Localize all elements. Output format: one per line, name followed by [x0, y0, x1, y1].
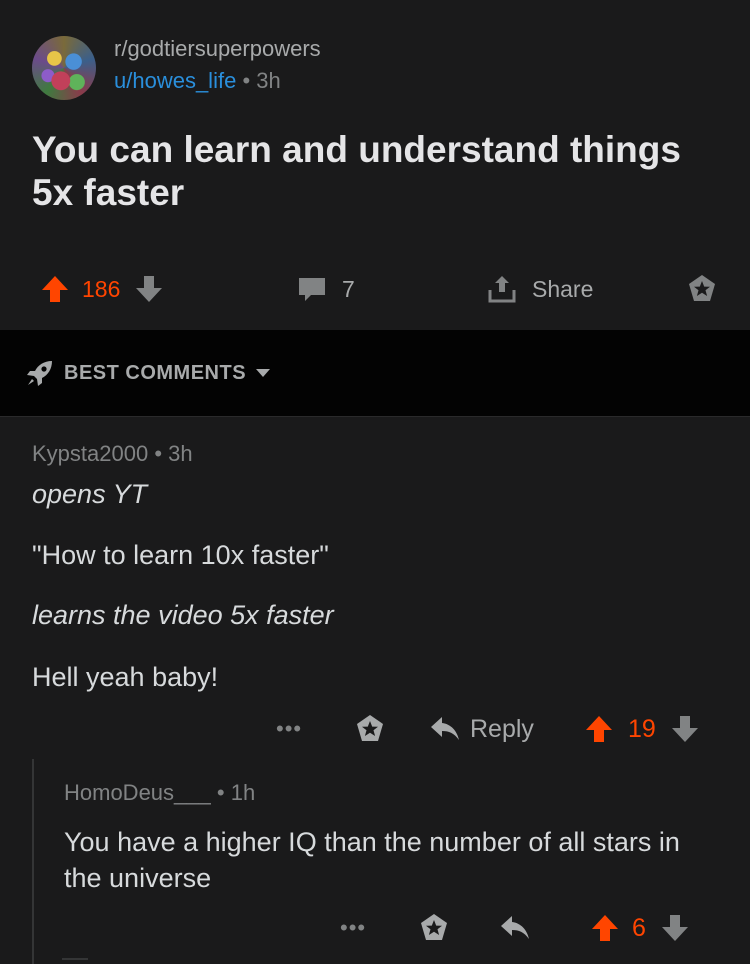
comment-bubble-icon — [296, 273, 328, 305]
comment-line: opens YT — [32, 479, 148, 509]
comment-age: 1h — [230, 780, 256, 805]
downvote-arrow-icon[interactable] — [660, 913, 690, 943]
subreddit-avatar[interactable] — [32, 36, 96, 100]
reply-button[interactable] — [500, 906, 530, 950]
comment-line: "How to learn 10x faster" — [32, 540, 329, 570]
comment-body: You have a higher IQ than the number of … — [64, 827, 680, 893]
sort-label[interactable]: BEST COMMENTS — [64, 362, 246, 385]
comment-score: 6 — [632, 913, 646, 942]
meta-separator: • — [154, 441, 169, 466]
post-card: r/godtiersuperpowers u/howes_life • 3h Y… — [0, 0, 750, 330]
post-share-button[interactable]: Share — [486, 266, 593, 312]
award-star-icon — [686, 273, 718, 305]
post-title[interactable]: You can learn and understand things 5x f… — [32, 128, 722, 214]
subreddit-name[interactable]: r/godtiersuperpowers — [114, 36, 321, 62]
downvote-arrow-icon[interactable] — [134, 274, 164, 304]
caret-down-icon[interactable] — [254, 367, 272, 379]
post-score: 186 — [82, 275, 121, 302]
comment-sort-bar[interactable]: BEST COMMENTS — [0, 330, 750, 417]
nested-thread-line — [62, 958, 88, 960]
award-star-icon — [418, 912, 450, 944]
post-byline: u/howes_life • 3h — [114, 68, 281, 94]
byline-separator: • — [242, 68, 257, 93]
reply-arrow-icon — [430, 716, 460, 742]
comment-line: Hell yeah baby! — [32, 662, 219, 692]
post-age: 3h — [256, 68, 281, 93]
share-icon — [486, 273, 518, 305]
meta-separator: • — [216, 780, 231, 805]
downvote-arrow-icon[interactable] — [670, 714, 700, 744]
comment-age: 3h — [168, 441, 193, 466]
post-action-bar: 186 7 Share — [0, 266, 750, 312]
comment-line: learns the video 5x faster — [32, 600, 334, 630]
post-vote-group: 186 — [40, 266, 164, 312]
comment-author[interactable]: HomoDeus___ — [64, 780, 211, 805]
comment-award-button[interactable] — [354, 707, 386, 751]
upvote-arrow-icon[interactable] — [584, 714, 614, 744]
post-comments-button[interactable]: 7 — [296, 266, 355, 312]
more-dots-icon[interactable]: ••• — [276, 707, 302, 751]
upvote-arrow-icon[interactable] — [590, 913, 620, 943]
comment-award-button[interactable] — [418, 906, 450, 950]
more-dots-icon[interactable]: ••• — [340, 906, 366, 950]
comment-score: 19 — [628, 714, 656, 743]
post-author[interactable]: u/howes_life — [114, 68, 236, 93]
share-label: Share — [532, 275, 594, 302]
comment-meta: HomoDeus___ • 1h — [64, 780, 255, 806]
comment-action-bar: ••• 6 — [0, 906, 750, 950]
upvote-arrow-icon[interactable] — [40, 274, 70, 304]
comment-vote-group: 19 — [584, 707, 700, 751]
comment-meta: Kypsta2000 • 3h — [32, 441, 193, 467]
reply-arrow-icon — [500, 915, 530, 941]
comment-action-bar: ••• Reply 19 — [0, 707, 750, 751]
post-award-button[interactable] — [686, 266, 718, 312]
comment-vote-group: 6 — [590, 906, 690, 950]
reply-label: Reply — [470, 714, 534, 743]
reply-button[interactable]: Reply — [430, 707, 534, 751]
award-star-icon — [354, 713, 386, 745]
rocket-icon — [26, 359, 54, 387]
post-comment-count: 7 — [342, 275, 355, 302]
comment-author[interactable]: Kypsta2000 — [32, 441, 148, 466]
